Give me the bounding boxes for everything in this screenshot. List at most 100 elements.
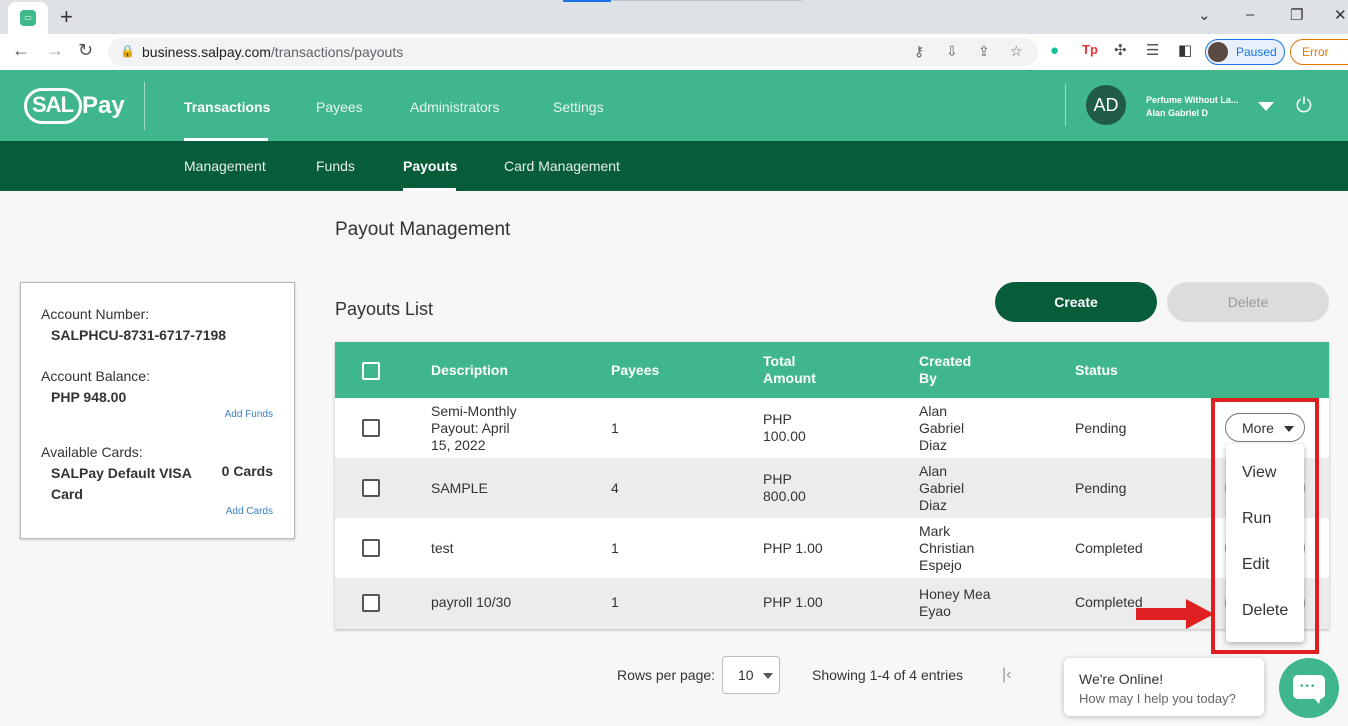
salpay-favicon-icon: ▭ bbox=[20, 10, 36, 26]
chat-subtitle: How may I help you today? bbox=[1079, 691, 1236, 706]
close-window-icon[interactable]: ✕ bbox=[1334, 6, 1347, 24]
annotation-highlight-box bbox=[1211, 398, 1319, 654]
install-icon[interactable]: ⇩ bbox=[946, 43, 958, 60]
card-name: SALPay Default VISA Card bbox=[51, 465, 192, 502]
nav-administrators[interactable]: Administrators bbox=[410, 99, 499, 115]
account-balance-label: Account Balance: bbox=[41, 368, 150, 384]
minimize-icon[interactable]: – bbox=[1246, 6, 1254, 23]
subnav-management[interactable]: Management bbox=[184, 158, 266, 174]
row-payees: 4 bbox=[611, 480, 619, 496]
row-description: test bbox=[431, 540, 454, 556]
select-all-checkbox[interactable] bbox=[362, 362, 380, 380]
row-status: Completed bbox=[1075, 594, 1143, 610]
payouts-table: Description Payees Total Amount Created … bbox=[335, 342, 1329, 629]
subnav-active-indicator bbox=[403, 188, 456, 191]
share-icon[interactable]: ⇪ bbox=[978, 43, 990, 60]
user-name: Alan Gabriel D bbox=[1146, 108, 1209, 118]
user-menu-caret-icon[interactable] bbox=[1258, 102, 1274, 111]
chat-greeting-bubble[interactable]: We're Online! How may I help you today? bbox=[1064, 658, 1264, 716]
annotation-arrow-icon bbox=[1136, 599, 1214, 629]
row-created-by: Alan Gabriel Diaz bbox=[919, 403, 965, 453]
profile-paused-button[interactable]: Paused bbox=[1205, 39, 1285, 65]
available-cards-label: Available Cards: bbox=[41, 444, 143, 460]
app-header: SAL Pay Transactions Payees Administrato… bbox=[0, 70, 1348, 141]
account-number-label: Account Number: bbox=[41, 306, 150, 322]
create-button[interactable]: Create bbox=[995, 282, 1157, 322]
account-summary-card: Account Number: SALPHCU-8731-6717-7198 A… bbox=[20, 282, 295, 539]
back-icon[interactable]: ← bbox=[12, 40, 30, 61]
user-avatar[interactable]: AD bbox=[1086, 85, 1126, 125]
subnav-funds[interactable]: Funds bbox=[316, 158, 355, 174]
row-created-by: Alan Gabriel Diaz bbox=[919, 463, 965, 513]
browser-tab[interactable]: ▭ bbox=[8, 2, 48, 34]
subnav-payouts[interactable]: Payouts bbox=[403, 158, 457, 174]
row-checkbox[interactable] bbox=[362, 594, 380, 612]
nav-transactions[interactable]: Transactions bbox=[184, 99, 270, 115]
column-description[interactable]: Description bbox=[431, 362, 508, 379]
account-number-value: SALPHCU-8731-6717-7198 bbox=[51, 327, 227, 343]
profile-status-label: Paused bbox=[1236, 45, 1277, 59]
url-text: business.salpay.com/transactions/payouts bbox=[142, 44, 404, 60]
lock-icon: 🔒 bbox=[120, 44, 135, 58]
row-checkbox[interactable] bbox=[362, 419, 380, 437]
entries-count: Showing 1-4 of 4 entries bbox=[812, 667, 963, 683]
media-queue-icon[interactable]: ☰ bbox=[1146, 41, 1159, 59]
row-status: Pending bbox=[1075, 480, 1127, 496]
subnav-card-management[interactable]: Card Management bbox=[504, 158, 620, 174]
rows-per-page-select[interactable]: 10 bbox=[722, 656, 780, 694]
nav-settings[interactable]: Settings bbox=[553, 99, 604, 115]
tab-divider bbox=[612, 0, 802, 1]
row-payees: 1 bbox=[611, 594, 619, 610]
rows-per-page-label: Rows per page: bbox=[617, 667, 716, 683]
row-description: SAMPLE bbox=[431, 480, 488, 496]
extensions-puzzle-icon[interactable]: ✣ bbox=[1114, 41, 1127, 59]
row-checkbox[interactable] bbox=[362, 539, 380, 557]
chat-launcher-button[interactable]: ••• bbox=[1279, 658, 1339, 718]
address-bar[interactable]: 🔒 business.salpay.com/transactions/payou… bbox=[108, 38, 1038, 66]
page-title: Payout Management bbox=[335, 219, 511, 240]
error-label: Error bbox=[1302, 45, 1329, 59]
key-icon[interactable]: ⚷ bbox=[914, 43, 924, 60]
table-row[interactable]: Semi-Monthly Payout: April 15, 2022 1 PH… bbox=[335, 398, 1329, 458]
row-checkbox[interactable] bbox=[362, 479, 380, 497]
profile-avatar bbox=[1208, 42, 1228, 62]
tp-extension-icon[interactable]: Tp bbox=[1082, 42, 1098, 57]
row-amount: PHP 100.00 bbox=[763, 411, 806, 444]
column-created-by[interactable]: Created By bbox=[919, 353, 971, 387]
column-status[interactable]: Status bbox=[1075, 362, 1118, 379]
reload-icon[interactable]: ↻ bbox=[78, 40, 93, 61]
header-divider bbox=[144, 82, 145, 130]
header-divider-right bbox=[1065, 84, 1066, 126]
delete-button[interactable]: Delete bbox=[1167, 282, 1329, 322]
row-amount: PHP 800.00 bbox=[763, 471, 806, 504]
grammarly-icon[interactable]: ● bbox=[1050, 42, 1059, 59]
logout-power-icon[interactable]: ⏻ bbox=[1296, 95, 1312, 118]
payouts-list-title: Payouts List bbox=[335, 299, 434, 319]
row-created-by: Honey Mea Eyao bbox=[919, 586, 991, 619]
chat-title: We're Online! bbox=[1079, 671, 1164, 687]
table-row[interactable]: test 1 PHP 1.00 Mark Christian Espejo Co… bbox=[335, 518, 1329, 578]
browser-toolbar: ← → ↻ 🔒 business.salpay.com/transactions… bbox=[0, 34, 1348, 70]
column-payees[interactable]: Payees bbox=[611, 362, 659, 379]
tab-indicator bbox=[563, 0, 611, 2]
select-caret-icon bbox=[763, 673, 773, 679]
row-status: Completed bbox=[1075, 540, 1143, 556]
column-total-amount[interactable]: Total Amount bbox=[763, 353, 816, 387]
restore-icon[interactable]: ❐ bbox=[1290, 6, 1303, 24]
row-status: Pending bbox=[1075, 420, 1127, 436]
table-row[interactable]: SAMPLE 4 PHP 800.00 Alan Gabriel Diaz Pe… bbox=[335, 458, 1329, 518]
bookmark-star-icon[interactable]: ☆ bbox=[1010, 43, 1023, 60]
nav-payees[interactable]: Payees bbox=[316, 99, 363, 115]
sidebar-icon[interactable]: ◧ bbox=[1178, 41, 1192, 59]
forward-icon[interactable]: → bbox=[46, 40, 64, 61]
add-funds-link[interactable]: Add Funds bbox=[225, 409, 273, 420]
error-button[interactable]: Error bbox=[1290, 39, 1348, 65]
first-page-icon[interactable]: |‹ bbox=[1002, 666, 1011, 684]
table-header: Description Payees Total Amount Created … bbox=[335, 342, 1329, 398]
new-tab-icon[interactable]: + bbox=[60, 4, 73, 30]
sub-navigation: Management Funds Payouts Card Management bbox=[0, 141, 1348, 191]
logo-sal-text: SAL bbox=[32, 92, 74, 117]
add-cards-link[interactable]: Add Cards bbox=[226, 506, 273, 517]
row-created-by: Mark Christian Espejo bbox=[919, 523, 975, 573]
tab-search-icon[interactable]: ⌄ bbox=[1198, 6, 1211, 24]
